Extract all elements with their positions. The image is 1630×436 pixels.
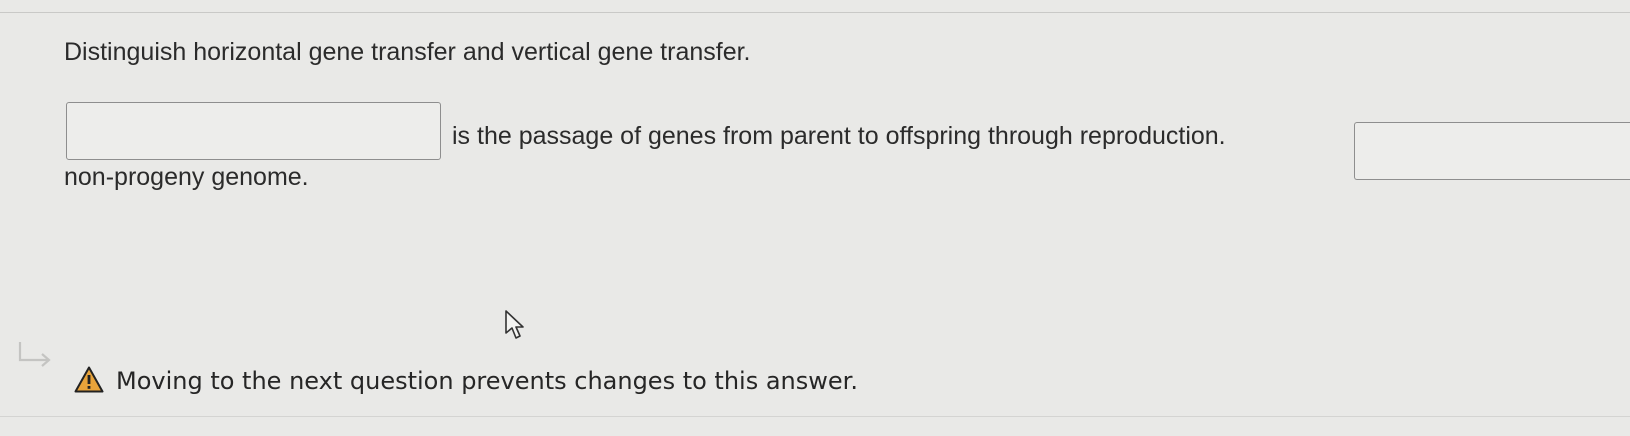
sentence-text-1: is the passage of genes from parent to o… bbox=[452, 122, 1226, 150]
sentence-text-2: non-progeny genome. bbox=[64, 163, 309, 191]
top-divider bbox=[0, 12, 1630, 13]
warning-message: Moving to the next question prevents cha… bbox=[116, 367, 858, 395]
question-prompt: Distinguish horizontal gene transfer and… bbox=[64, 38, 751, 66]
mouse-cursor-icon bbox=[505, 310, 524, 339]
warning-icon bbox=[74, 366, 104, 393]
return-arrow-icon bbox=[18, 342, 51, 367]
bottom-divider bbox=[0, 416, 1630, 417]
answer-blank-1[interactable] bbox=[66, 102, 441, 160]
answer-blank-2[interactable] bbox=[1354, 122, 1630, 180]
